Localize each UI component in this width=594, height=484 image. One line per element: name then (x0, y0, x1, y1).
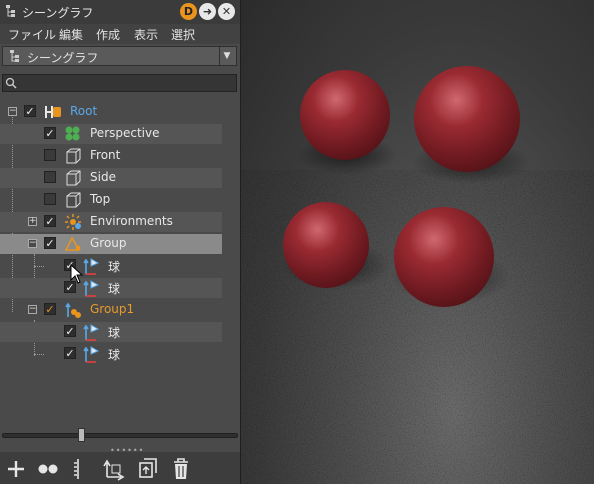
tree-row-sphere[interactable]: 球 (0, 278, 222, 298)
scene-graph-icon (10, 50, 19, 62)
split-icon[interactable] (66, 455, 90, 481)
scene-graph-icon (6, 5, 15, 17)
tree-label: Top (90, 192, 111, 206)
menu-edit[interactable]: 編集 (59, 26, 83, 43)
zoom-slider-thumb[interactable] (78, 428, 85, 442)
visibility-checkbox[interactable] (44, 215, 56, 227)
tree-row-front[interactable]: Front (0, 146, 222, 166)
perspective-camera-icon (65, 126, 80, 141)
render-viewport[interactable] (241, 0, 594, 484)
transform-icon (83, 258, 100, 275)
tree-row-side[interactable]: Side (0, 168, 222, 188)
trash-icon[interactable] (169, 455, 193, 481)
visibility-checkbox[interactable] (44, 237, 56, 249)
tree-label: Front (90, 148, 121, 162)
move-icon[interactable] (102, 455, 126, 481)
tree-label: 球 (108, 348, 121, 362)
tree-label: Root (70, 104, 98, 118)
transform-icon (83, 280, 100, 297)
view-selector-dropdown[interactable]: シーングラフ ▼ (2, 46, 237, 66)
group-icon (65, 302, 81, 318)
tree-label: Group (90, 236, 127, 250)
visibility-checkbox[interactable] (44, 303, 56, 315)
menu-bar: ファイル 編集 作成 表示 選択 (0, 24, 240, 44)
expand-toggle[interactable]: + (28, 217, 37, 226)
view-selector-label: シーングラフ (27, 51, 99, 65)
front-camera-icon (66, 148, 81, 164)
mouse-cursor-icon (70, 264, 84, 284)
menu-file[interactable]: ファイル (8, 26, 56, 43)
d-badge-button[interactable]: D (180, 3, 197, 20)
tree-row-sphere[interactable]: 球 (0, 256, 222, 276)
tree-row-sphere[interactable]: 球 (0, 344, 222, 364)
tree-row-group[interactable]: − Group (0, 234, 222, 254)
collapse-toggle[interactable]: − (8, 107, 17, 116)
close-icon[interactable]: ✕ (218, 3, 235, 20)
visibility-checkbox[interactable] (24, 105, 36, 117)
search-icon (5, 77, 17, 89)
tree-label: Side (90, 170, 116, 184)
visibility-checkbox[interactable] (64, 347, 76, 359)
tree-row-group1[interactable]: − Group1 (0, 300, 222, 320)
scene-graph-panel: シーングラフ D ➜ ✕ ファイル 編集 作成 表示 選択 シーングラフ ▼ −… (0, 0, 241, 484)
sphere-object[interactable] (300, 70, 390, 160)
tree-row-root[interactable]: − Root (0, 102, 222, 122)
collapse-toggle[interactable]: − (28, 239, 37, 248)
search-box[interactable] (2, 74, 237, 92)
tree-label: 球 (108, 260, 121, 274)
visibility-checkbox[interactable] (44, 127, 56, 139)
tree-label: 球 (108, 282, 121, 296)
sphere-object[interactable] (283, 202, 369, 288)
tree-row-environments[interactable]: + Environments (0, 212, 222, 232)
sphere-object[interactable] (394, 207, 494, 307)
search-input[interactable] (19, 75, 229, 91)
tree-label: Environments (90, 214, 173, 228)
copy-icon[interactable] (136, 455, 160, 481)
visibility-checkbox[interactable] (64, 325, 76, 337)
environments-icon (65, 214, 81, 230)
zoom-slider-track[interactable] (2, 433, 238, 438)
tree-label: 球 (108, 326, 121, 340)
side-camera-icon (66, 170, 81, 186)
menu-select[interactable]: 選択 (171, 26, 195, 43)
transform-icon (83, 346, 100, 363)
bottom-toolbar (0, 452, 240, 484)
tree-label: Perspective (90, 126, 160, 140)
top-camera-icon (66, 192, 81, 208)
menu-view[interactable]: 表示 (134, 26, 158, 43)
tree-label: Group1 (90, 302, 135, 316)
link-icon[interactable] (36, 455, 60, 481)
menu-create[interactable]: 作成 (96, 26, 120, 43)
root-node-icon (45, 106, 61, 118)
window-title: シーングラフ (22, 6, 94, 20)
chevron-down-icon[interactable]: ▼ (219, 47, 234, 65)
title-bar: シーングラフ D ➜ ✕ (0, 0, 240, 24)
forward-arrow-icon[interactable]: ➜ (199, 3, 216, 20)
visibility-checkbox[interactable] (44, 171, 56, 183)
tree-row-perspective[interactable]: Perspective (0, 124, 222, 144)
add-icon[interactable] (4, 455, 28, 481)
collapse-toggle[interactable]: − (28, 305, 37, 314)
tree-row-top[interactable]: Top (0, 190, 222, 210)
visibility-checkbox[interactable] (44, 193, 56, 205)
tree-row-sphere[interactable]: 球 (0, 322, 222, 342)
visibility-checkbox[interactable] (44, 149, 56, 161)
sphere-object[interactable] (414, 66, 520, 172)
group-icon (64, 236, 81, 251)
transform-icon (83, 324, 100, 341)
